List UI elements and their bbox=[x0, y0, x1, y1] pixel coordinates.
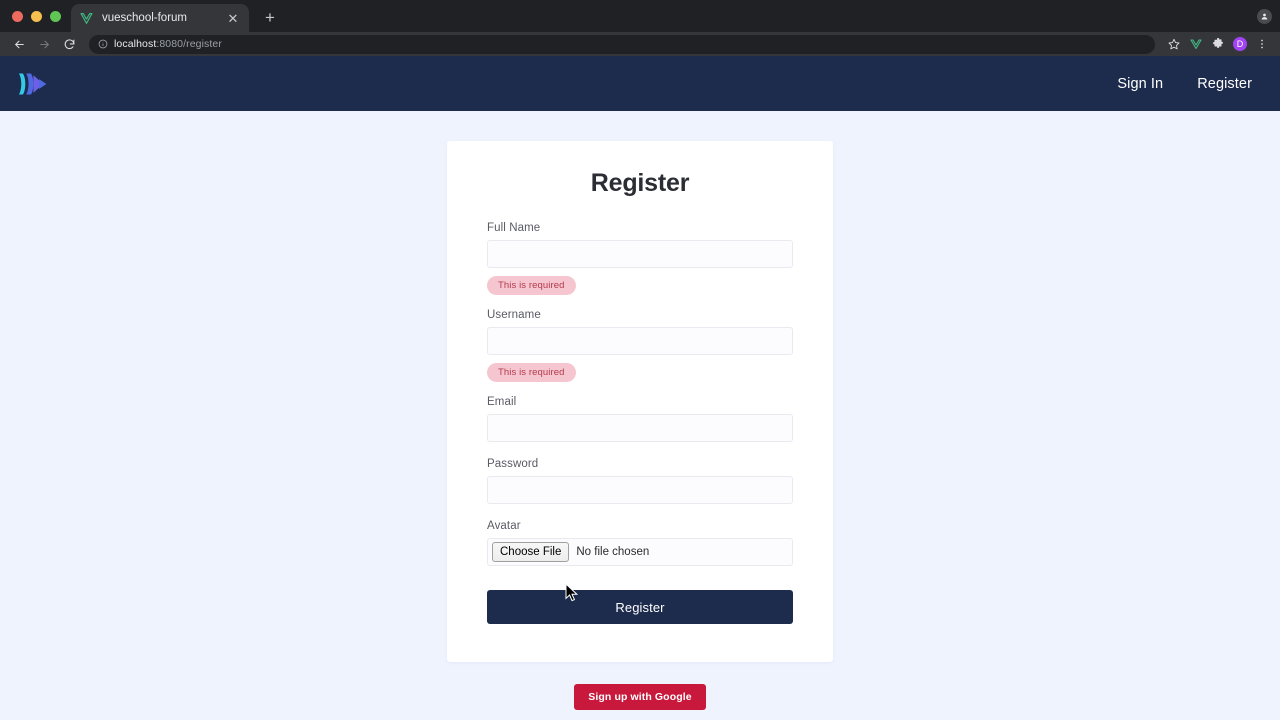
choose-file-button[interactable]: Choose File bbox=[492, 541, 570, 563]
register-card: Register Full Name This is required User… bbox=[447, 141, 833, 662]
reload-icon[interactable] bbox=[58, 33, 80, 55]
page-content: Register Full Name This is required User… bbox=[0, 111, 1280, 710]
nav-register[interactable]: Register bbox=[1197, 76, 1252, 92]
field-label-email: Email bbox=[487, 396, 517, 408]
forward-arrow-icon bbox=[33, 33, 55, 55]
profile-avatar[interactable]: D bbox=[1230, 34, 1250, 54]
browser-toolbar: localhost:8080/register D bbox=[0, 32, 1280, 56]
close-icon[interactable]: ✕ bbox=[225, 10, 241, 26]
page-title: Register bbox=[590, 169, 690, 197]
browser-tab-strip: vueschool-forum ✕ + bbox=[0, 0, 1280, 32]
field-username: Username This is required bbox=[487, 309, 793, 382]
page-viewport: Sign In Register Register Full Name This… bbox=[0, 56, 1280, 720]
plus-icon[interactable]: + bbox=[257, 5, 283, 31]
field-label-username: Username bbox=[487, 309, 541, 321]
field-email: Email bbox=[487, 396, 793, 442]
avatar-file-input[interactable]: Choose File No file chosen bbox=[487, 538, 793, 566]
username-input[interactable] bbox=[487, 327, 793, 355]
field-label-full-name: Full Name bbox=[487, 222, 541, 234]
puzzle-piece-icon[interactable] bbox=[1208, 34, 1228, 54]
field-label-password: Password bbox=[487, 458, 539, 470]
email-input[interactable] bbox=[487, 414, 793, 442]
register-submit-button[interactable]: Register bbox=[487, 590, 793, 624]
close-window-button[interactable] bbox=[12, 10, 23, 22]
error-badge-username: This is required bbox=[487, 363, 576, 382]
vueschool-play-logo-icon[interactable] bbox=[14, 67, 48, 101]
info-circle-icon[interactable] bbox=[97, 39, 108, 50]
nav-sign-in[interactable]: Sign In bbox=[1117, 76, 1163, 92]
field-full-name: Full Name This is required bbox=[487, 222, 793, 295]
site-header: Sign In Register bbox=[0, 56, 1280, 111]
password-input[interactable] bbox=[487, 476, 793, 504]
toolbar-icon-group: D bbox=[1164, 34, 1272, 54]
error-badge-full-name: This is required bbox=[487, 276, 576, 295]
star-icon[interactable] bbox=[1164, 34, 1184, 54]
site-nav: Sign In Register bbox=[1117, 76, 1252, 92]
tabstrip-right-controls bbox=[1257, 0, 1280, 32]
browser-window: vueschool-forum ✕ + localhost:8080/regis… bbox=[0, 0, 1280, 720]
address-bar-url: localhost:8080/register bbox=[114, 38, 222, 50]
field-avatar: Avatar Choose File No file chosen bbox=[487, 520, 793, 566]
browser-tab-active[interactable]: vueschool-forum ✕ bbox=[71, 4, 249, 32]
address-bar-path: :8080/register bbox=[156, 38, 222, 50]
sign-up-with-google-button[interactable]: Sign up with Google bbox=[574, 684, 706, 710]
address-bar-host: localhost bbox=[114, 38, 157, 50]
field-label-avatar: Avatar bbox=[487, 520, 521, 532]
full-name-input[interactable] bbox=[487, 240, 793, 268]
three-dot-menu-icon[interactable] bbox=[1252, 34, 1272, 54]
profile-initial: D bbox=[1233, 37, 1247, 51]
vue-devtools-icon[interactable] bbox=[1186, 34, 1206, 54]
file-status-label: No file chosen bbox=[576, 546, 650, 558]
address-bar[interactable]: localhost:8080/register bbox=[89, 34, 1155, 54]
minimize-window-button[interactable] bbox=[31, 10, 42, 22]
window-controls bbox=[8, 0, 71, 32]
browser-tab-title: vueschool-forum bbox=[102, 12, 188, 24]
field-password: Password bbox=[487, 458, 793, 504]
profile-circle-icon[interactable] bbox=[1257, 8, 1272, 24]
back-arrow-icon[interactable] bbox=[8, 33, 30, 55]
maximize-window-button[interactable] bbox=[50, 10, 61, 22]
vue-logo-icon bbox=[79, 11, 94, 26]
